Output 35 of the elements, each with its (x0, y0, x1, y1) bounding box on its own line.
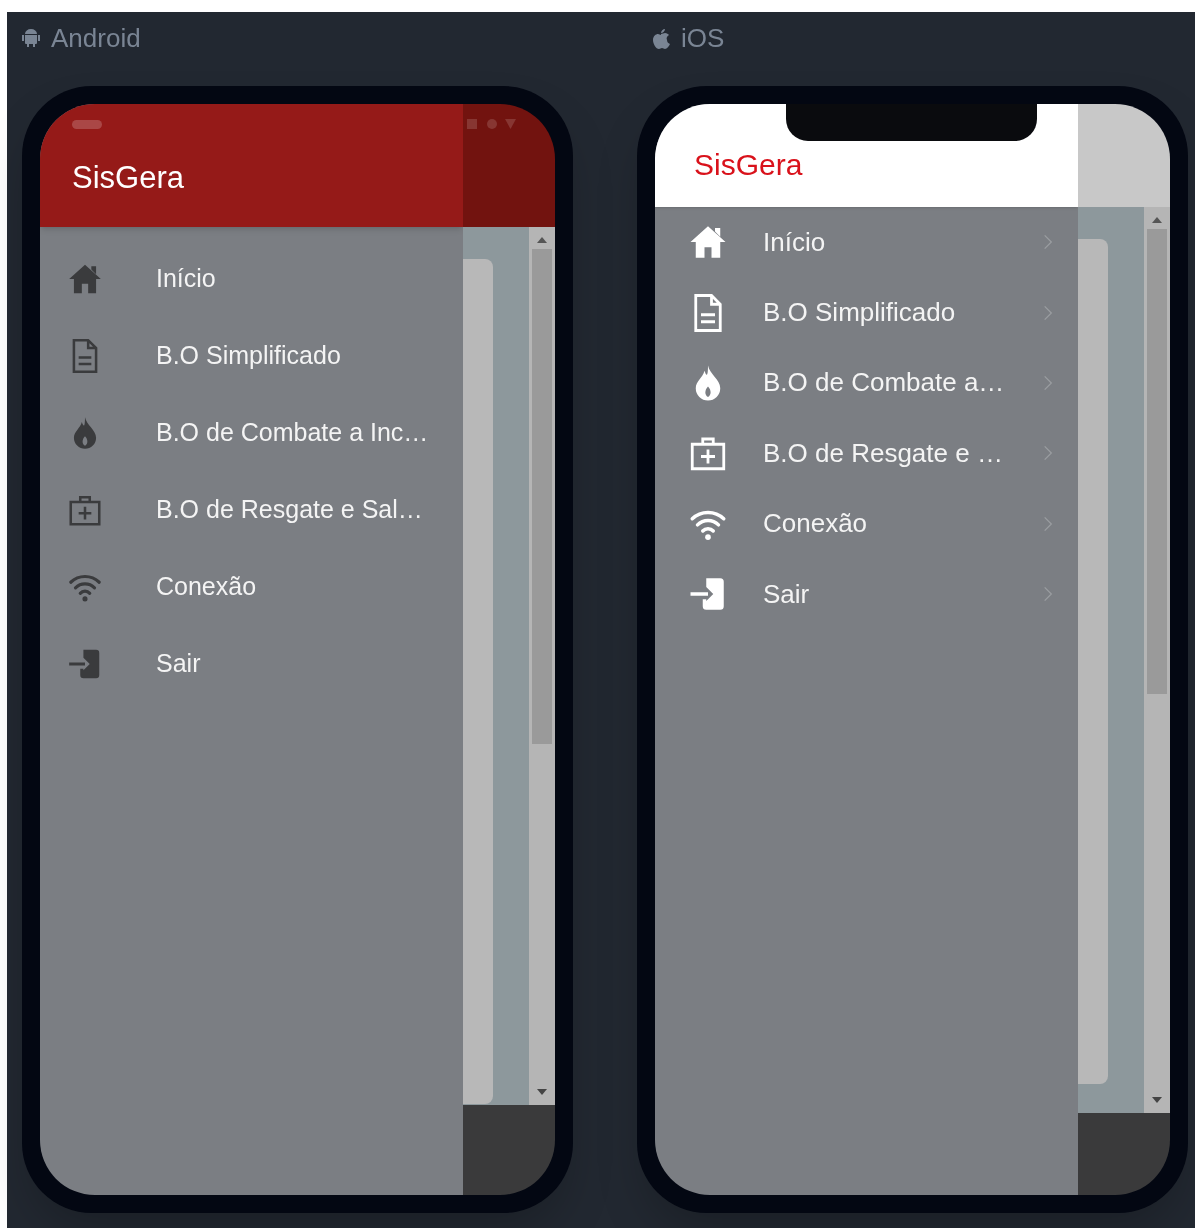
menu-item[interactable]: Sair (40, 625, 463, 702)
scroll-up-icon (1152, 217, 1162, 223)
menu-label: Sair (156, 647, 201, 679)
scroll-up-icon (537, 237, 547, 243)
menu-item[interactable]: B.O de Combate a Inc… (40, 394, 463, 471)
menu-item[interactable]: Início (40, 240, 463, 317)
menu-item[interactable]: Conexão (655, 488, 1078, 559)
platform-label: Android (51, 21, 141, 55)
app-title: SisGera (694, 147, 803, 183)
menu-label: B.O de Resgate e Sal… (156, 493, 423, 525)
app-title: SisGera (72, 159, 185, 197)
menu-label: Início (763, 225, 826, 259)
menu-label: B.O Simplificado (156, 339, 341, 371)
menu-item[interactable]: B.O Simplificado (655, 277, 1078, 348)
menu-item[interactable]: B.O Simplificado (40, 317, 463, 394)
menu-item[interactable]: Início (655, 207, 1078, 278)
android-icon (19, 26, 43, 50)
menu-label: Sair (763, 577, 810, 611)
menu-label: Conexão (156, 570, 257, 602)
menu-label: Conexão (763, 507, 868, 541)
menu-item[interactable]: B.O de Resgate e Sal… (40, 471, 463, 548)
menu-item[interactable]: Sair (655, 558, 1078, 630)
scroll-down-icon (1152, 1097, 1162, 1103)
menu-item[interactable]: Conexão (40, 548, 463, 625)
menu-label: B.O de Combate a… (763, 366, 1005, 400)
status-pill (72, 120, 102, 129)
menu-label: B.O Simplificado (763, 296, 956, 330)
platform-label: iOS (681, 21, 725, 55)
menu-item[interactable]: B.O de Resgate e … (655, 418, 1078, 489)
menu-item[interactable]: B.O de Combate a… (655, 347, 1078, 419)
status-icons-drawing (467, 118, 517, 130)
menu-label: Início (156, 262, 216, 294)
scroll-down-icon (537, 1089, 547, 1095)
menu-label: B.O de Resgate e … (763, 436, 1003, 470)
menu-label: B.O de Combate a Inc… (156, 416, 429, 448)
